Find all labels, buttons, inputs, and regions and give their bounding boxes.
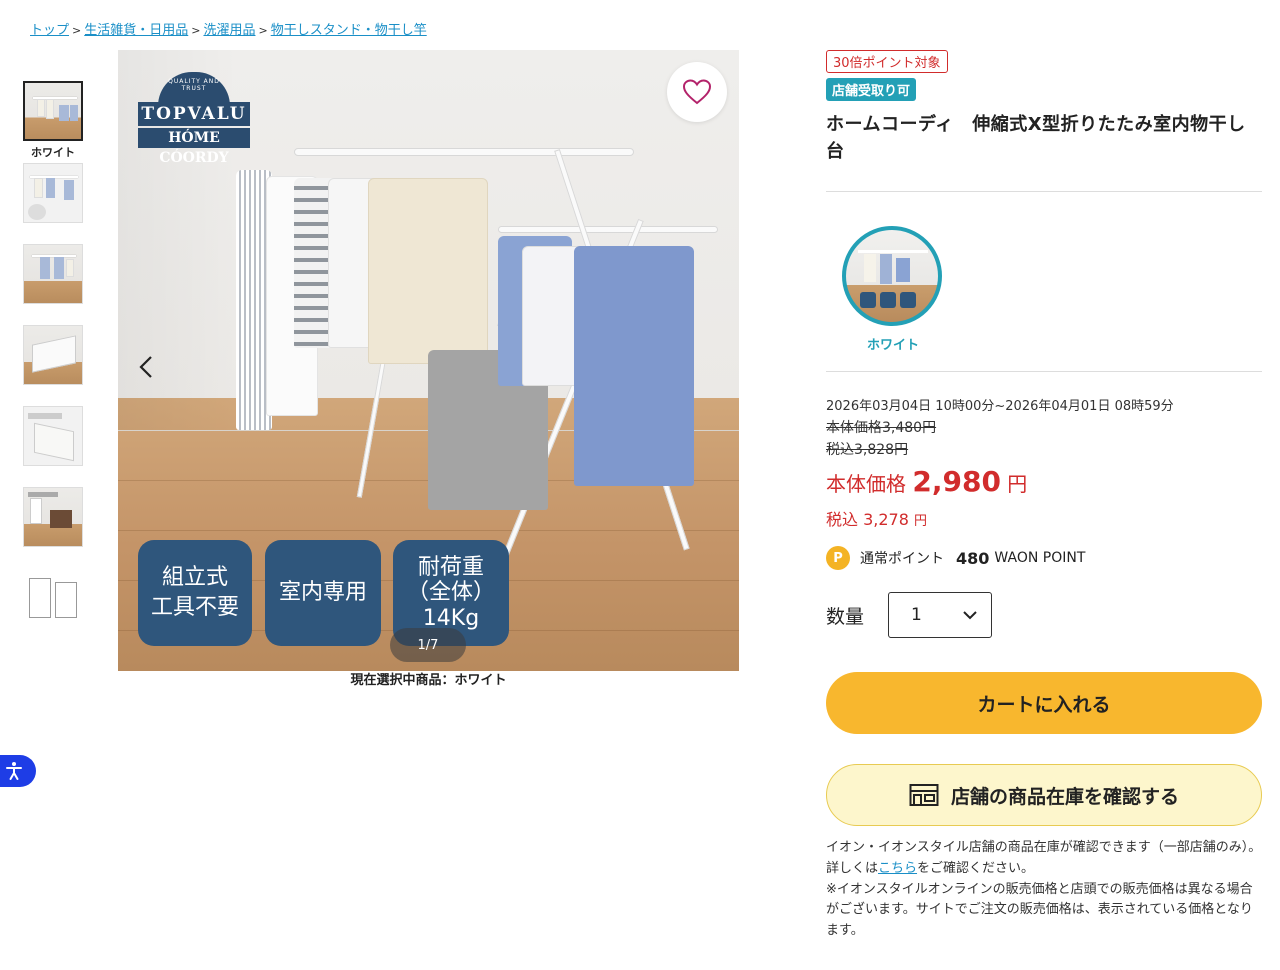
badge-text: 組立式 工具不要 — [150, 565, 239, 620]
original-price-tax: 税込3,828円 — [826, 442, 909, 458]
thumbnail-caption: ホワイト — [31, 146, 75, 159]
logo-arc-text: QUALITY AND TRUST — [168, 78, 220, 92]
product-title: ホームコーディ 伸縮式X型折りたたみ室内物干し台 — [826, 114, 1246, 162]
stock-note: イオン・イオンスタイル店舗の商品在庫が確認できます（一部店舗のみ）。詳しくはこち… — [826, 838, 1262, 942]
chevron-left-icon — [139, 356, 152, 378]
image-counter: 1/7 — [390, 628, 466, 662]
topvalu-logo: QUALITY AND TRUST TOPVALU HÓME CÓORDY — [138, 72, 250, 166]
thumbnail-3[interactable] — [23, 244, 83, 304]
prev-image-button[interactable] — [134, 350, 158, 384]
chevron-down-icon — [963, 610, 977, 619]
points-campaign-tag: 30倍ポイント対象 — [826, 50, 948, 73]
breadcrumb-top[interactable]: トップ — [30, 23, 69, 38]
product-info: 30倍ポイント対象 店舗受取り可 ホームコーディ 伸縮式X型折りたたみ室内物干し… — [826, 50, 1262, 942]
breadcrumb-separator: > — [258, 24, 268, 37]
variant-swatch-image — [842, 226, 942, 326]
feature-badge-assembly: 組立式 工具不要 — [138, 540, 252, 646]
quantity-row: 数量 1 — [826, 592, 1262, 638]
note-text: をご確認ください。 — [917, 860, 1035, 876]
divider — [826, 371, 1262, 372]
accessibility-button[interactable] — [0, 755, 36, 787]
divider — [826, 191, 1262, 192]
price-unit: 円 — [1007, 472, 1028, 496]
price-disclaimer: ※イオンスタイルオンラインの販売価格と店頭での販売価格は異なる場合がございます。… — [826, 881, 1253, 939]
sale-price-tax: 税込 3,278 円 — [826, 506, 1262, 530]
thumbnail-1[interactable] — [23, 81, 83, 141]
points-value: 480 — [956, 548, 990, 568]
thumbnail-list: ホワイト — [23, 81, 83, 649]
quantity-value: 1 — [911, 605, 922, 625]
breadcrumb-drying-rack[interactable]: 物干しスタンド・物干し竿 — [271, 23, 427, 38]
thumbnail-6[interactable] — [23, 487, 83, 547]
tax-unit: 円 — [914, 514, 928, 529]
heart-icon — [683, 79, 711, 105]
add-to-cart-button[interactable]: カートに入れる — [826, 672, 1262, 734]
check-store-stock-button[interactable]: 店舗の商品在庫を確認する — [826, 764, 1262, 826]
feature-badge-indoor: 室内専用 — [265, 540, 381, 646]
badge-text: 室内専用 — [278, 580, 367, 606]
breadcrumb-household[interactable]: 生活雑貨・日用品 — [84, 23, 188, 38]
breadcrumb-separator: > — [72, 24, 82, 37]
quantity-select[interactable]: 1 — [888, 592, 992, 638]
thumbnail-5[interactable] — [23, 406, 83, 466]
thumbnail-2[interactable] — [23, 163, 83, 223]
point-icon: P — [826, 546, 850, 570]
points-label: 通常ポイント — [860, 551, 944, 567]
price-value: 2,980 — [912, 465, 1001, 498]
thumbnail-7[interactable] — [23, 568, 83, 628]
details-link[interactable]: こちら — [878, 861, 917, 876]
points-unit: WAON POINT — [994, 550, 1086, 566]
thumbnail-4[interactable] — [23, 325, 83, 385]
variant-swatch-white[interactable]: ホワイト — [842, 226, 944, 353]
breadcrumb: トップ > 生活雑貨・日用品 > 洗濯用品 > 物干しスタンド・物干し竿 — [30, 19, 427, 38]
logo-sub: HÓME CÓORDY — [138, 128, 250, 166]
selected-variant-caption: 現在選択中商品：ホワイト — [350, 673, 507, 688]
breadcrumb-laundry[interactable]: 洗濯用品 — [203, 23, 255, 38]
tax-label: 税込 — [826, 510, 859, 529]
accessibility-icon — [6, 762, 22, 780]
store-icon — [909, 784, 939, 806]
sale-period: 2026年03月04日 10時00分~2026年04月01日 08時59分 — [826, 399, 1174, 414]
points-info: P 通常ポイント 480 WAON POINT — [826, 546, 1262, 570]
sale-price: 本体価格 2,980 円 — [826, 465, 1262, 498]
store-pickup-tag: 店舗受取り可 — [826, 78, 917, 101]
main-product-image: QUALITY AND TRUST TOPVALU HÓME CÓORDY 組立… — [118, 50, 739, 671]
quantity-label: 数量 — [826, 605, 865, 628]
original-price: 本体価格3,480円 — [826, 420, 937, 436]
variant-label: ホワイト — [866, 338, 919, 353]
price-label: 本体価格 — [826, 472, 906, 496]
favorite-button[interactable] — [667, 62, 727, 122]
tax-value: 3,278 — [863, 510, 909, 529]
store-button-label: 店舗の商品在庫を確認する — [950, 785, 1179, 808]
badge-text: 耐荷重 （全体） 14Kg — [406, 555, 495, 631]
logo-brand: TOPVALU — [138, 102, 250, 126]
breadcrumb-separator: > — [191, 24, 201, 37]
